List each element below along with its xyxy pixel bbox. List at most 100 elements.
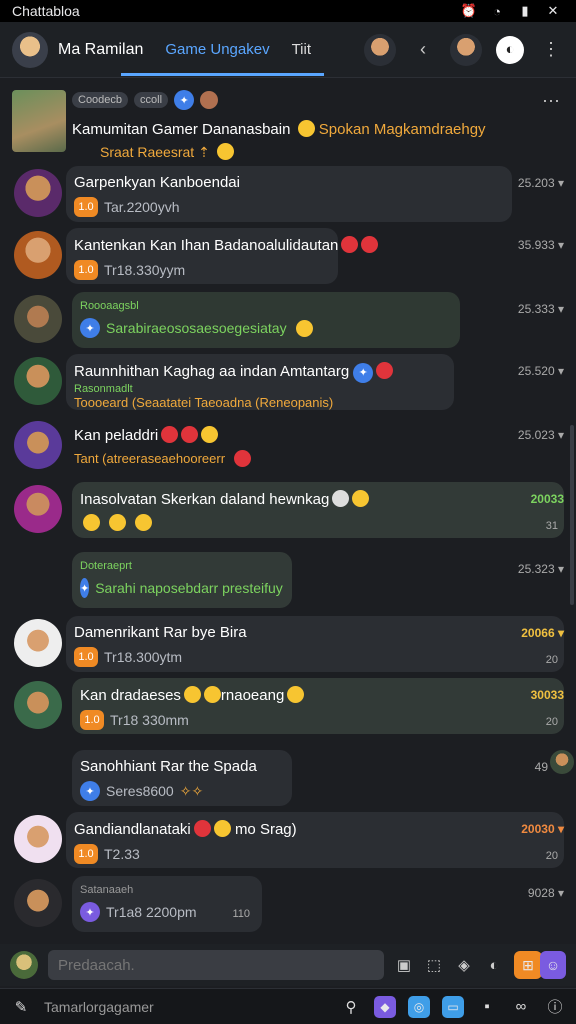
emoji-icon bbox=[161, 426, 179, 443]
message-bubble[interactable]: Gandiandlanataki mo Srag) 1.0 T2.33 bbox=[66, 812, 564, 868]
chat-row[interactable]: Satanaaeh ✦ Tr1a8 2200pm 110 9028 ▾ bbox=[0, 876, 576, 938]
game-icon: ✦ bbox=[80, 902, 100, 922]
message-sub: Tar.2200yvh bbox=[104, 199, 180, 215]
mini-avatar bbox=[200, 91, 219, 109]
gamepad-icon[interactable]: ▪ bbox=[476, 998, 498, 1015]
more-menu-icon[interactable]: ⋮ bbox=[538, 39, 564, 60]
level-badge: 1.0 bbox=[74, 647, 98, 667]
avatar[interactable] bbox=[14, 295, 62, 343]
chat-row[interactable]: Roooaagsbl ✦ Sarabiraeososaesoegesiatay 2… bbox=[0, 292, 576, 354]
chat-icon[interactable]: ◎ bbox=[408, 995, 430, 1018]
chevron-down-icon[interactable]: ▾ bbox=[558, 302, 564, 316]
game-icon: ✦ bbox=[80, 578, 90, 598]
chat-row[interactable]: Raunnhithan Kaghag aa indan Amtantarg ✦ R… bbox=[0, 354, 576, 416]
message-bubble[interactable]: Kan dradaeses rnaoeang 1.0 Tr18 330mm bbox=[72, 678, 564, 734]
avatar[interactable] bbox=[14, 815, 62, 863]
avatar[interactable] bbox=[14, 619, 62, 667]
sticker-icon[interactable]: ◈ bbox=[454, 956, 474, 974]
message-bubble[interactable]: Kan peladdri Tant (atreeraseaehooreerr bbox=[66, 418, 266, 474]
chevron-down-icon[interactable]: ▾ bbox=[558, 428, 564, 442]
chevron-down-icon[interactable]: ▾ bbox=[558, 886, 564, 900]
message-sub: Tant (atreeraseaehooreerr bbox=[74, 451, 226, 466]
chat-row[interactable]: Kan dradaeses rnaoeang 1.0 Tr18 330mm 3003… bbox=[0, 678, 576, 740]
bottom-search-label[interactable]: Tamarlorgagamer bbox=[44, 999, 328, 1015]
chat-row[interactable]: Inasolvatan Skerkan daland hewnkag 20033… bbox=[0, 482, 576, 544]
message-title: Kan peladdri bbox=[74, 427, 159, 444]
emoji-icon bbox=[193, 820, 211, 837]
image-icon[interactable]: ▣ bbox=[394, 956, 414, 974]
more-options-icon[interactable]: ··· bbox=[542, 90, 560, 111]
chat-row[interactable]: Doteraeprt ✦ Sarahi naposebdarr presteifu… bbox=[0, 552, 576, 614]
search-icon[interactable]: ⚲ bbox=[340, 998, 362, 1016]
avatar[interactable] bbox=[14, 681, 62, 729]
message-bubble[interactable]: Doteraeprt ✦ Sarahi naposebdarr presteifu… bbox=[72, 552, 292, 608]
game-icon: ✦ bbox=[174, 90, 195, 110]
emoji-icon bbox=[183, 686, 201, 703]
user-avatar[interactable] bbox=[12, 31, 48, 68]
chevron-down-icon[interactable]: ▾ bbox=[558, 364, 564, 378]
message-time: 25.333 bbox=[517, 302, 555, 316]
fire-icon: ✧✧ bbox=[179, 782, 204, 799]
message-bubble[interactable]: Roooaagsbl ✦ Sarabiraeososaesoegesiatay bbox=[72, 292, 460, 348]
avatar[interactable] bbox=[14, 231, 62, 279]
tab-game[interactable]: Game Ungakev bbox=[165, 22, 269, 78]
chat-row[interactable]: Sanohhiant Rar the Spada ✦ Seres8600 ✧✧ 49 bbox=[0, 750, 576, 812]
avatar[interactable] bbox=[14, 879, 62, 927]
chevron-down-icon[interactable]: ▾ bbox=[558, 626, 564, 640]
chat-row[interactable]: Kantenkan Kan Ihan Badanoalulidautan 1.0… bbox=[0, 228, 576, 290]
avatar[interactable] bbox=[14, 485, 62, 533]
emoji-icon bbox=[332, 490, 350, 507]
shield-icon[interactable]: ◐ bbox=[484, 957, 504, 974]
reader-avatar[interactable] bbox=[550, 750, 574, 774]
chevron-down-icon[interactable]: ▾ bbox=[558, 562, 564, 576]
emoji-icon bbox=[213, 820, 231, 837]
emoji-icon bbox=[216, 143, 234, 160]
chat-row[interactable]: Gandiandlanataki mo Srag) 1.0 T2.33 20030… bbox=[0, 812, 576, 874]
message-preheader: Satanaaeh bbox=[80, 884, 134, 896]
contact-avatar[interactable] bbox=[364, 33, 396, 66]
pin-tag[interactable]: Coodecb bbox=[72, 92, 129, 108]
pin-tag[interactable]: ccoll bbox=[134, 92, 169, 108]
link-icon[interactable]: ∞ bbox=[510, 998, 532, 1015]
chat-row[interactable]: Kan peladdri Tant (atreeraseaehooreerr 2… bbox=[0, 418, 576, 480]
discord-icon[interactable]: ☺ bbox=[540, 951, 566, 979]
tab-other[interactable]: Tiit bbox=[292, 22, 311, 78]
message-bubble[interactable]: Garpenkyan Kanboendai 1.0 Tar.2200yvh bbox=[66, 166, 512, 222]
game-launch-button[interactable]: ⊞ bbox=[514, 951, 542, 979]
back-icon[interactable]: ‹ bbox=[410, 39, 436, 60]
chevron-down-icon[interactable]: ▾ bbox=[558, 822, 564, 836]
user-name[interactable]: Ma Ramilan bbox=[58, 41, 143, 59]
shield-icon[interactable]: ◐ bbox=[496, 35, 524, 64]
chevron-down-icon[interactable]: ▾ bbox=[558, 238, 564, 252]
message-bubble[interactable]: Inasolvatan Skerkan daland hewnkag bbox=[72, 482, 564, 538]
pinned-thumbnail[interactable] bbox=[12, 90, 66, 152]
edit-icon[interactable]: ✎ bbox=[10, 998, 32, 1016]
avatar[interactable] bbox=[14, 357, 62, 405]
pinned-message[interactable]: Coodecb ccoll ✦ Kamumitan Gamer Dananasb… bbox=[12, 88, 564, 160]
message-bubble[interactable]: Raunnhithan Kaghag aa indan Amtantarg ✦ R… bbox=[66, 354, 454, 410]
message-bubble[interactable]: Kantenkan Kan Ihan Badanoalulidautan 1.0… bbox=[66, 228, 379, 284]
message-title: Gandiandlanataki bbox=[74, 821, 191, 838]
gif-icon[interactable]: ⬚ bbox=[424, 956, 444, 974]
app-icon[interactable]: ◆ bbox=[374, 995, 396, 1018]
chevron-down-icon[interactable]: ▾ bbox=[558, 176, 564, 190]
message-count: 20 bbox=[545, 654, 558, 666]
message-input[interactable] bbox=[48, 950, 384, 980]
scrollbar[interactable] bbox=[570, 425, 574, 605]
message-list[interactable]: Coodecb ccoll ✦ Kamumitan Gamer Dananasb… bbox=[0, 80, 576, 942]
chat-row[interactable]: Garpenkyan Kanboendai 1.0 Tar.2200yvh 25.… bbox=[0, 166, 576, 228]
message-bubble[interactable]: Damenrikant Rar bye Bira 1.0 Tr18.300ytm bbox=[66, 616, 564, 672]
message-count: 31 bbox=[545, 520, 558, 532]
friend-avatar[interactable] bbox=[450, 33, 482, 66]
message-bubble[interactable]: Satanaaeh ✦ Tr1a8 2200pm 110 bbox=[72, 876, 262, 932]
avatar[interactable] bbox=[14, 421, 62, 469]
info-icon[interactable]: ⓘ bbox=[544, 996, 566, 1017]
message-title: Sanohhiant Rar the Spada bbox=[80, 758, 257, 775]
message-icon[interactable]: ▭ bbox=[442, 995, 464, 1018]
message-title-tail: mo Srag) bbox=[234, 821, 297, 838]
self-avatar[interactable] bbox=[10, 951, 38, 979]
avatar[interactable] bbox=[14, 169, 62, 217]
close-icon[interactable]: ✕ bbox=[542, 3, 564, 19]
message-bubble[interactable]: Sanohhiant Rar the Spada ✦ Seres8600 ✧✧ bbox=[72, 750, 292, 806]
chat-row[interactable]: Damenrikant Rar bye Bira 1.0 Tr18.300ytm … bbox=[0, 616, 576, 678]
